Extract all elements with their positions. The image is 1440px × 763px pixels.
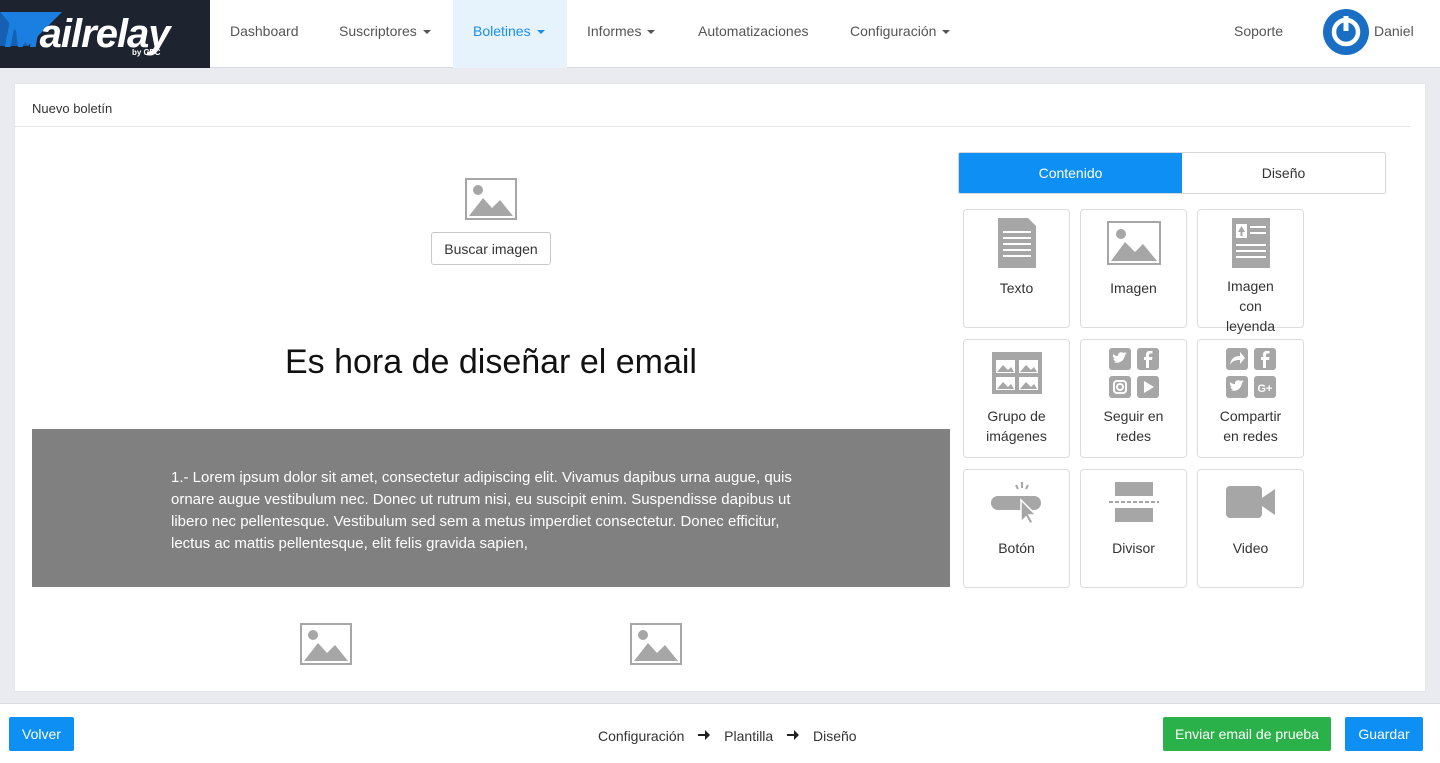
wizard-steps: Configuración Plantilla Diseño (598, 727, 857, 744)
top-navbar: Mailrelay by CPC Dashboard Suscriptores … (0, 0, 1440, 68)
block-video[interactable]: Video (1197, 469, 1304, 588)
search-image-button[interactable]: Buscar imagen (431, 232, 551, 265)
block-imagen[interactable]: Imagen (1080, 209, 1187, 328)
email-heading[interactable]: Es hora de diseñar el email (32, 343, 950, 382)
page-title: Nuevo boletín (32, 101, 113, 116)
tab-contenido[interactable]: Contenido (959, 153, 1182, 193)
video-icon (1226, 486, 1275, 518)
footer-bar: Volver Configuración Plantilla Diseño En… (0, 703, 1440, 763)
divider (15, 126, 1410, 127)
back-button[interactable]: Volver (9, 717, 74, 751)
block-seguir-en-redes[interactable]: Seguir en redes (1080, 339, 1187, 458)
share-social-icon: G+ (1226, 348, 1276, 398)
nav-automatizaciones[interactable]: Automatizaciones (678, 0, 829, 68)
block-label: Grupo de imágenes (986, 408, 1047, 444)
step-diseno[interactable]: Diseño (813, 728, 857, 744)
block-label: Seguir en redes (1103, 408, 1164, 444)
nav-informes[interactable]: Informes (567, 0, 675, 68)
image-placeholder-icon[interactable] (465, 178, 517, 220)
button-icon (991, 482, 1041, 526)
block-label: Compartir en redes (1219, 408, 1282, 444)
block-label: Botón (998, 540, 1035, 556)
chevron-down-icon (942, 30, 951, 35)
nav-suscriptores[interactable]: Suscriptores (319, 0, 451, 68)
chevron-down-icon (647, 30, 656, 35)
arrow-right-icon (698, 728, 711, 744)
image-caption-icon (1232, 218, 1270, 268)
image-group-icon (992, 352, 1042, 394)
block-label: Imagen con leyenda (1225, 278, 1276, 334)
avatar[interactable] (1323, 9, 1369, 55)
block-compartir-en-redes[interactable]: G+ Compartir en redes (1197, 339, 1304, 458)
block-imagen-con-leyenda[interactable]: Imagen con leyenda (1197, 209, 1304, 334)
divider-icon (1109, 482, 1159, 522)
power-icon (1326, 12, 1366, 52)
chevron-down-icon (422, 30, 431, 35)
block-divisor[interactable]: Divisor (1080, 469, 1187, 588)
nav-configuracion[interactable]: Configuración (830, 0, 970, 68)
block-label: Imagen (1110, 280, 1157, 296)
send-test-email-button[interactable]: Enviar email de prueba (1163, 717, 1331, 751)
block-label: Divisor (1112, 540, 1155, 556)
svg-text:G+: G+ (1258, 383, 1273, 395)
nav-dashboard[interactable]: Dashboard (210, 0, 319, 68)
block-label: Texto (999, 280, 1034, 296)
text-block-content[interactable]: 1.- Lorem ipsum dolor sit amet, consecte… (171, 467, 821, 555)
nav-soporte[interactable]: Soporte (1214, 0, 1303, 68)
editor-card: Nuevo boletín Buscar imagen Es hora de d… (15, 84, 1425, 691)
image-icon (1107, 221, 1161, 265)
step-plantilla[interactable]: Plantilla (724, 728, 773, 744)
image-placeholder-icon[interactable] (300, 623, 352, 665)
block-label: Video (1232, 540, 1269, 556)
text-icon (998, 218, 1036, 268)
block-boton[interactable]: Botón (963, 469, 1070, 588)
tab-diseno[interactable]: Diseño (1182, 153, 1385, 193)
chevron-down-icon (536, 30, 545, 35)
mailrelay-logo[interactable]: Mailrelay by CPC (0, 0, 210, 68)
save-button[interactable]: Guardar (1345, 717, 1423, 751)
follow-social-icon (1109, 348, 1159, 398)
nav-boletines[interactable]: Boletines (453, 0, 567, 68)
text-block[interactable]: 1.- Lorem ipsum dolor sit amet, consecte… (32, 429, 950, 587)
image-placeholder-icon[interactable] (630, 623, 682, 665)
block-texto[interactable]: Texto (963, 209, 1070, 328)
panel-tabs: Contenido Diseño (958, 152, 1386, 194)
logo-byline: by CPC (132, 48, 161, 57)
arrow-right-icon (787, 728, 800, 744)
block-grupo-de-imagenes[interactable]: Grupo de imágenes (963, 339, 1070, 458)
step-configuracion[interactable]: Configuración (598, 728, 684, 744)
user-name[interactable]: Daniel (1374, 0, 1414, 64)
